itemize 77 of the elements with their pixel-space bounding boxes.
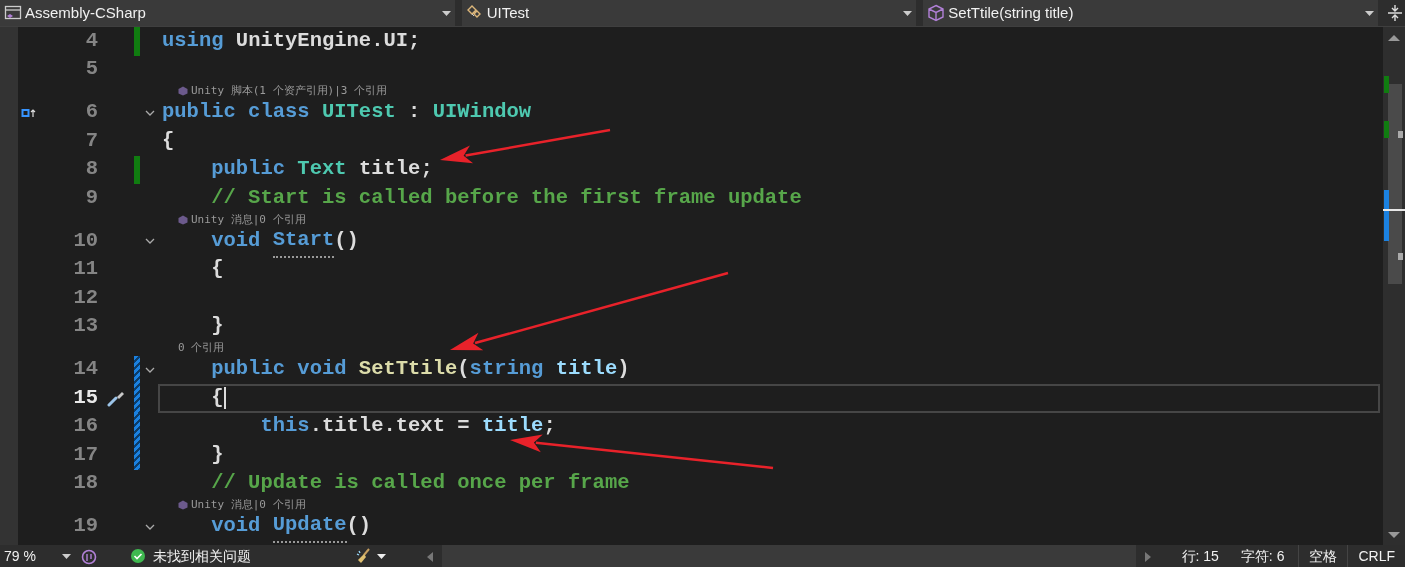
code-token: title; (358, 156, 433, 183)
code-token: { (211, 384, 224, 411)
line-number: 8 (84, 156, 98, 183)
code-token: Start (272, 224, 335, 258)
line-number: 17 (72, 441, 98, 468)
code-token: () (346, 513, 372, 540)
caret-icon (903, 10, 913, 16)
line-number: 6 (84, 99, 98, 126)
line-number: 16 (72, 413, 98, 440)
split-icon (1387, 4, 1403, 22)
code-token: { (162, 127, 175, 154)
fold-chevron-icon[interactable] (145, 523, 155, 530)
code-token: UIWindow (432, 99, 532, 126)
line-number: 13 (72, 313, 98, 340)
code-token: public (211, 156, 286, 183)
check-icon (131, 549, 145, 563)
line-number: 4 (84, 27, 98, 54)
fold-chevron-icon[interactable] (145, 366, 155, 373)
code-token: title (555, 356, 618, 383)
caret-icon (377, 553, 386, 559)
code-token: // Update is called once per frame (211, 470, 630, 497)
code-token: this (260, 413, 310, 440)
whitespace-indicator[interactable]: 空格 (1298, 545, 1348, 567)
screwdriver-icon[interactable] (107, 389, 125, 408)
code-token: { (211, 256, 224, 283)
scroll-right-icon[interactable] (1143, 550, 1152, 563)
code-token: void (211, 227, 261, 254)
code-token: : (408, 99, 422, 126)
code-token: // Start is called before the first frame update (211, 184, 802, 211)
line-number: 10 (72, 227, 98, 254)
code-token: () (334, 227, 359, 254)
line-number: 9 (84, 184, 98, 211)
project-dropdown[interactable]: Assembly-CSharp (0, 0, 455, 26)
line-indicator[interactable]: 行: 15 (1175, 545, 1225, 567)
line-number: 7 (84, 127, 98, 154)
code-token: ; (543, 413, 556, 440)
code-token: using (162, 27, 224, 54)
line-number: 11 (72, 256, 98, 283)
line-number: 19 (72, 513, 98, 540)
caret-icon (62, 553, 71, 559)
project-icon (4, 4, 22, 22)
code-token: .title.text = (309, 413, 471, 440)
scroll-left-icon[interactable] (426, 550, 434, 563)
column-indicator[interactable]: 字符: 6 (1234, 545, 1291, 567)
code-token: } (211, 441, 224, 468)
code-token: UITest (321, 99, 396, 126)
code-token: Text (297, 156, 347, 183)
codelens-text[interactable]: Unity 脚本(1 个资产引用)|3 个引用 (191, 83, 388, 100)
code-token: Update (272, 510, 347, 544)
member-dropdown[interactable]: SetTtile(string title) (923, 0, 1378, 26)
code-token: public class (162, 99, 310, 126)
codelens-text[interactable]: 0 个引用 (178, 340, 225, 357)
code-token: void (211, 513, 261, 540)
type-dropdown[interactable]: UITest (461, 0, 917, 26)
code-token: } (211, 313, 224, 340)
fold-chevron-icon[interactable] (145, 238, 155, 245)
code-token: UnityEngine.UI; (235, 27, 421, 54)
code-token: public void (211, 356, 347, 383)
code-token: ( (457, 356, 470, 383)
horizontal-scrollbar[interactable] (442, 545, 1136, 567)
line-ending-indicator[interactable]: CRLF (1347, 545, 1405, 567)
line-number: 12 (72, 284, 98, 311)
code-token: ) (617, 356, 630, 383)
line-number: 14 (72, 356, 98, 383)
caret-icon (1365, 10, 1374, 16)
code-token: SetTtile (358, 356, 458, 383)
caret-icon (441, 10, 451, 16)
code-token: string (469, 356, 544, 383)
line-number: 5 (84, 56, 98, 83)
code-token: title (481, 413, 544, 440)
line-number: 15 (72, 384, 98, 411)
broom-icon (355, 547, 373, 565)
implements-icon[interactable] (21, 107, 37, 118)
issues-status[interactable]: 未找到相关问题 (153, 545, 251, 567)
cube-icon (927, 4, 946, 22)
line-number: 18 (72, 470, 98, 497)
fold-chevron-icon[interactable] (145, 109, 155, 116)
